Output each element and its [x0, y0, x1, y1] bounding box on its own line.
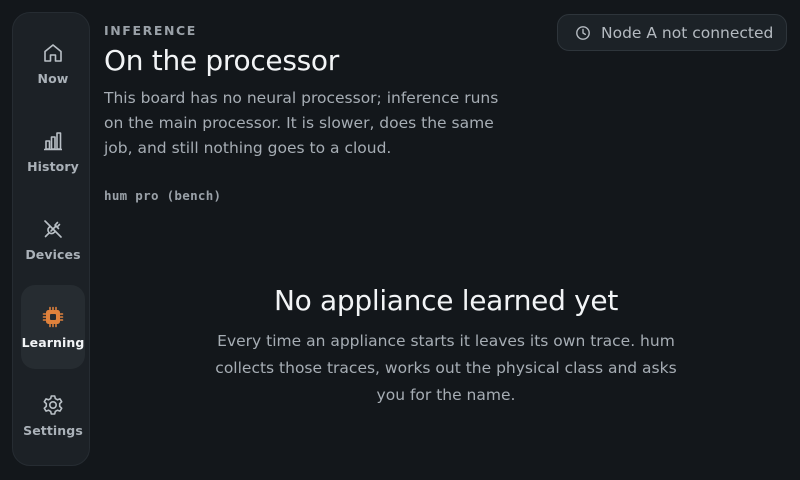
empty-state: No appliance learned yet: [104, 284, 788, 317]
empty-state-text: Every time an appliance starts it leaves…: [215, 332, 677, 404]
bar-chart-icon: [41, 129, 65, 153]
model-tag: hum pro (bench): [104, 188, 222, 203]
nav-label-settings: Settings: [23, 422, 83, 438]
nav-item-now[interactable]: Now: [21, 21, 85, 105]
nav-item-devices[interactable]: Devices: [21, 197, 85, 281]
connection-status-label: Node A not connected: [601, 23, 774, 42]
home-icon: [41, 41, 65, 65]
nav-label-history: History: [27, 158, 79, 174]
nav-label-learning: Learning: [21, 334, 85, 350]
page-description: This board has no neural processor; infe…: [104, 89, 499, 157]
nav-label-now: Now: [37, 70, 69, 86]
connection-status-badge[interactable]: Node A not connected: [557, 14, 787, 51]
clock-icon: [575, 25, 591, 41]
nav-item-history[interactable]: History: [21, 109, 85, 193]
empty-state-title: No appliance learned yet: [273, 284, 619, 317]
page-title: On the processor: [104, 44, 339, 77]
nav-label-devices: Devices: [25, 246, 81, 262]
section-eyebrow: INFERENCE: [104, 23, 197, 38]
nav-item-settings[interactable]: Settings: [21, 373, 85, 457]
chip-icon: [41, 305, 65, 329]
nav-item-learning[interactable]: Learning: [21, 285, 85, 369]
sidebar: Now History Devices Learning Settings: [12, 12, 90, 466]
unplugged-icon: [41, 217, 65, 241]
gear-icon: [41, 393, 65, 417]
